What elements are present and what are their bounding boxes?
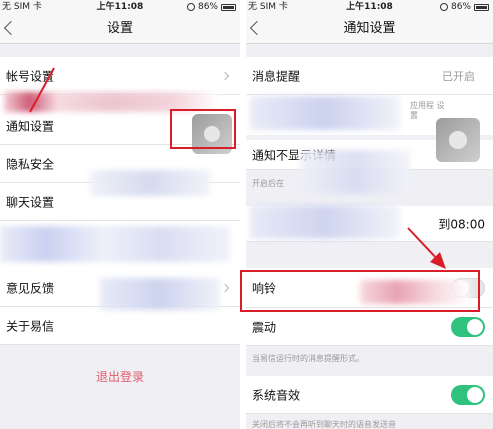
notification-settings-screen: 无 SIM 卡 上午11:08 86% 通知设置 消息提醒 已开启 应用程 设置… <box>246 0 493 429</box>
message-alert-value: 已开启 <box>442 69 475 83</box>
system-sound-row[interactable]: 系统音效 <box>246 376 493 414</box>
rotation-lock-icon <box>186 3 195 11</box>
battery-icon <box>474 3 489 11</box>
message-alert-label: 消息提醒 <box>252 69 301 83</box>
blurred-row <box>0 95 240 107</box>
settings-item-label: 关于易信 <box>6 319 55 333</box>
settings-item-notification[interactable]: 通知设置 <box>0 107 240 145</box>
settings-item-account[interactable]: 帐号设置 <box>0 57 240 95</box>
settings-item-feedback[interactable]: 意见反馈 <box>0 269 240 307</box>
settings-item-label: 通知设置 <box>6 119 55 133</box>
blurred-row <box>0 221 240 269</box>
page-title: 通知设置 <box>343 21 396 36</box>
vibrate-note: 当易信运行时的消息提醒形式。 <box>252 354 364 363</box>
settings-item-privacy[interactable]: 隐私安全 <box>0 145 240 183</box>
ringtone-label: 响铃 <box>252 281 277 295</box>
toggle-knob <box>453 279 469 296</box>
quiet-time-row[interactable]: 到08:00 <box>246 206 493 242</box>
toggle-knob <box>467 386 483 403</box>
settings-item-chat[interactable]: 聊天设置 <box>0 183 240 221</box>
status-right: 86% <box>439 0 489 14</box>
battery-percent: 86% <box>197 2 218 12</box>
chevron-right-icon <box>220 121 230 130</box>
blurred-row: 应用程 设置 <box>246 95 493 135</box>
status-right: 86% <box>186 0 236 14</box>
message-alert-row[interactable]: 消息提醒 已开启 <box>246 57 493 95</box>
quiet-time-value: 到08:00 <box>438 217 485 231</box>
ringtone-row[interactable]: 响铃 <box>246 268 493 308</box>
no-detail-label: 通知不显示详情 <box>252 148 337 162</box>
system-settings-note: 应用程 设置 <box>410 101 445 120</box>
battery-icon <box>221 3 236 11</box>
vibrate-label: 震动 <box>252 320 277 334</box>
settings-item-label: 隐私安全 <box>6 157 55 171</box>
chevron-right-icon <box>220 283 230 292</box>
status-bar: 无 SIM 卡 上午11:08 86% <box>0 0 240 14</box>
settings-item-label: 帐号设置 <box>6 69 55 83</box>
settings-item-label: 意见反馈 <box>6 281 55 295</box>
no-detail-row[interactable]: 通知不显示详情 <box>246 140 493 170</box>
battery-percent: 86% <box>450 2 471 12</box>
nav-bar: 设置 <box>0 14 240 44</box>
vibrate-toggle[interactable] <box>451 316 485 337</box>
nav-bar: 通知设置 <box>246 14 493 44</box>
settings-item-label: 聊天设置 <box>6 195 55 209</box>
ringtone-toggle[interactable] <box>451 277 485 298</box>
rotation-lock-icon <box>439 3 448 11</box>
page-title: 设置 <box>106 21 133 36</box>
vibrate-row[interactable]: 震动 <box>246 308 493 346</box>
logout-button[interactable]: 退出登录 <box>0 368 240 385</box>
settings-item-about[interactable]: 关于易信 <box>0 307 240 345</box>
system-sound-note: 关闭后将不会再听到聊天时的语音发送音 <box>252 420 396 429</box>
system-sound-toggle[interactable] <box>451 384 485 405</box>
status-bar: 无 SIM 卡 上午11:08 86% <box>246 0 493 14</box>
no-detail-note: 开启后在 <box>252 179 284 188</box>
chevron-right-icon <box>220 71 230 80</box>
settings-screen: 无 SIM 卡 上午11:08 86% 设置 帐号设置 通知设置 隐私安全 聊天… <box>0 0 240 429</box>
system-sound-label: 系统音效 <box>252 388 301 402</box>
toggle-knob <box>467 318 483 335</box>
